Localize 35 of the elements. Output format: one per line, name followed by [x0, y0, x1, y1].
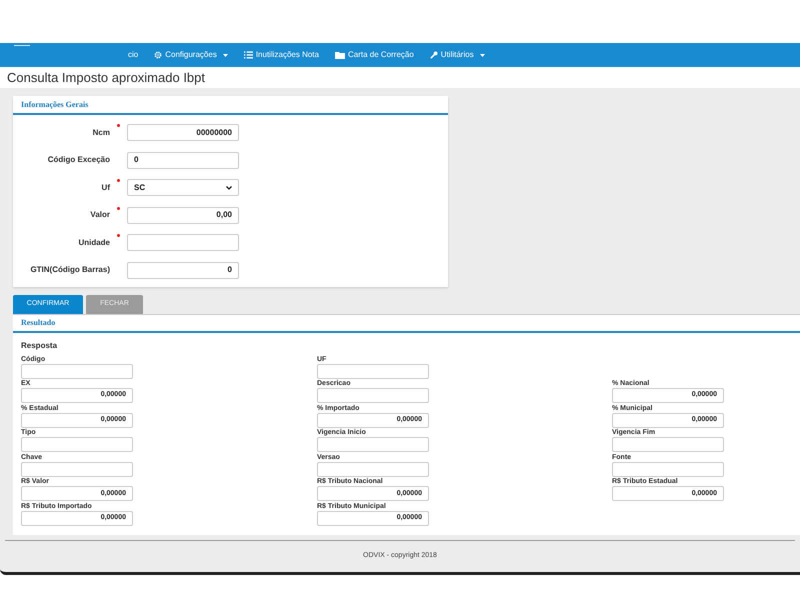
input-field[interactable]: [612, 437, 724, 452]
input-field[interactable]: [21, 462, 133, 477]
nav-link[interactable]: Utilitários: [430, 49, 485, 61]
input-field[interactable]: [317, 388, 429, 404]
input-field[interactable]: [21, 437, 133, 452]
field-label: Valor: [89, 209, 110, 221]
field-label: Ncm: [92, 126, 110, 138]
input-field[interactable]: [21, 364, 133, 378]
input-field[interactable]: 0: [127, 262, 239, 278]
list-icon: [244, 51, 253, 59]
panel-title: Resultado: [21, 316, 56, 328]
input-field[interactable]: [317, 437, 429, 452]
input-field[interactable]: [317, 364, 429, 378]
nav-link[interactable]: Configurações: [154, 49, 228, 61]
field-label: GTIN(Código Barras): [29, 264, 110, 276]
gear-icon: [154, 51, 162, 59]
page-title: Consulta Imposto aproximado Ibpt: [7, 68, 205, 87]
nav-link[interactable]: cio: [128, 49, 138, 61]
input-field[interactable]: [317, 462, 429, 477]
input-field[interactable]: 0,00: [127, 206, 239, 224]
wrench-icon: [430, 51, 438, 59]
folder-icon: [334, 52, 345, 58]
panel-title: Informações Gerais: [21, 98, 88, 110]
input-field[interactable]: 00000000: [127, 124, 239, 141]
input-field[interactable]: [612, 462, 724, 477]
nav-link[interactable]: Inutilizações Nota: [244, 49, 319, 61]
field-label: Código Exceção: [46, 154, 110, 166]
input-field[interactable]: [127, 234, 239, 251]
field-label: Uf: [100, 182, 110, 194]
input-field[interactable]: 0: [127, 152, 239, 168]
select-field[interactable]: SC: [127, 179, 239, 196]
section-label: Resposta: [21, 340, 58, 350]
chevron-down-icon: [226, 186, 232, 190]
field-label: Unidade: [77, 236, 110, 248]
nav-link[interactable]: Carta de Correção: [334, 49, 414, 61]
